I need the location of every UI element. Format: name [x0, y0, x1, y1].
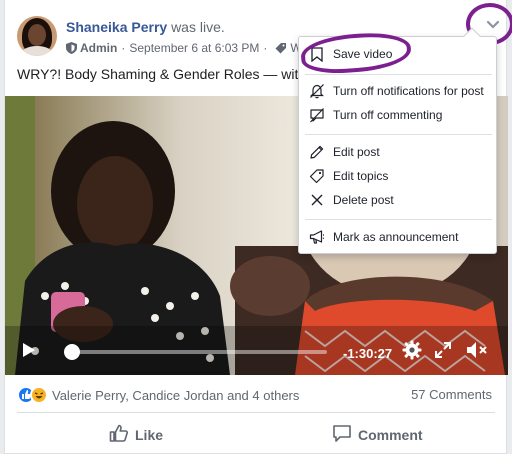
- pencil-icon: [309, 144, 325, 160]
- megaphone-icon: [309, 229, 325, 245]
- like-label: Like: [135, 426, 164, 443]
- menu-separator: [305, 134, 492, 135]
- play-icon: [22, 342, 36, 363]
- menu-item-mark-announcement[interactable]: Mark as announcement: [299, 226, 498, 248]
- x-icon: [309, 192, 325, 208]
- bell-off-icon: [309, 83, 325, 99]
- post-text: WRY?! Body Shaming & Gender Roles — wit: [17, 66, 299, 82]
- comment-label: Comment: [358, 426, 423, 443]
- expand-icon: [435, 341, 451, 363]
- author-avatar[interactable]: [17, 16, 57, 56]
- post-options-button[interactable]: [481, 14, 505, 38]
- admin-shield-icon: [66, 42, 77, 54]
- post-timestamp[interactable]: September 6 at 6:03 PM: [129, 41, 259, 55]
- muted-speaker-icon: [466, 341, 488, 364]
- video-scrubber-handle[interactable]: [64, 344, 80, 360]
- haha-reaction-icon: [30, 386, 48, 404]
- actions-divider: [17, 412, 495, 413]
- mute-button[interactable]: [465, 341, 489, 363]
- settings-button[interactable]: [401, 340, 423, 365]
- post-meta: Admin · September 6 at 6:03 PM · W: [66, 41, 302, 55]
- chevron-down-icon: [486, 17, 500, 35]
- menu-label-delete-post: Delete post: [333, 193, 394, 207]
- meta-separator: ·: [121, 41, 126, 55]
- menu-label-turn-off-commenting: Turn off commenting: [333, 108, 443, 122]
- admin-label: Admin: [80, 41, 118, 55]
- comment-button[interactable]: Comment: [332, 424, 423, 445]
- tag-icon: [309, 168, 325, 184]
- reactions-summary[interactable]: Valerie Perry, Candice Jordan and 4 othe…: [17, 386, 299, 404]
- author-status: was live.: [171, 19, 225, 35]
- comments-count-link[interactable]: 57 Comments: [411, 387, 492, 402]
- comment-bubble-icon: [332, 424, 358, 445]
- comment-off-icon: [309, 107, 325, 123]
- menu-item-turn-off-notifications[interactable]: Turn off notifications for post: [299, 80, 498, 102]
- play-button[interactable]: [19, 342, 39, 362]
- gear-icon: [402, 340, 422, 365]
- menu-item-delete-post[interactable]: Delete post: [299, 189, 498, 211]
- menu-item-turn-off-commenting[interactable]: Turn off commenting: [299, 104, 498, 126]
- menu-separator: [305, 74, 492, 75]
- meta-separator-2: ·: [263, 41, 268, 55]
- menu-separator: [305, 219, 492, 220]
- menu-item-edit-post[interactable]: Edit post: [299, 141, 498, 163]
- menu-label-edit-topics: Edit topics: [333, 169, 389, 183]
- menu-item-edit-topics[interactable]: Edit topics: [299, 165, 498, 187]
- fullscreen-button[interactable]: [433, 341, 453, 363]
- menu-label-turn-off-notifications: Turn off notifications for post: [333, 84, 484, 98]
- reactor-names[interactable]: Valerie Perry, Candice Jordan and 4 othe…: [52, 388, 299, 403]
- video-progress-track[interactable]: [69, 350, 327, 354]
- like-button[interactable]: Like: [109, 424, 163, 445]
- topic-tag-icon: [275, 42, 287, 54]
- author-name-link[interactable]: Shaneika Perry: [66, 19, 167, 35]
- post-header: Shaneika Perry was live.: [66, 19, 225, 35]
- thumbs-up-icon: [109, 424, 135, 445]
- time-remaining: -1:30:27: [343, 346, 393, 361]
- menu-label-edit-post: Edit post: [333, 145, 380, 159]
- menu-label-mark-announcement: Mark as announcement: [333, 230, 459, 244]
